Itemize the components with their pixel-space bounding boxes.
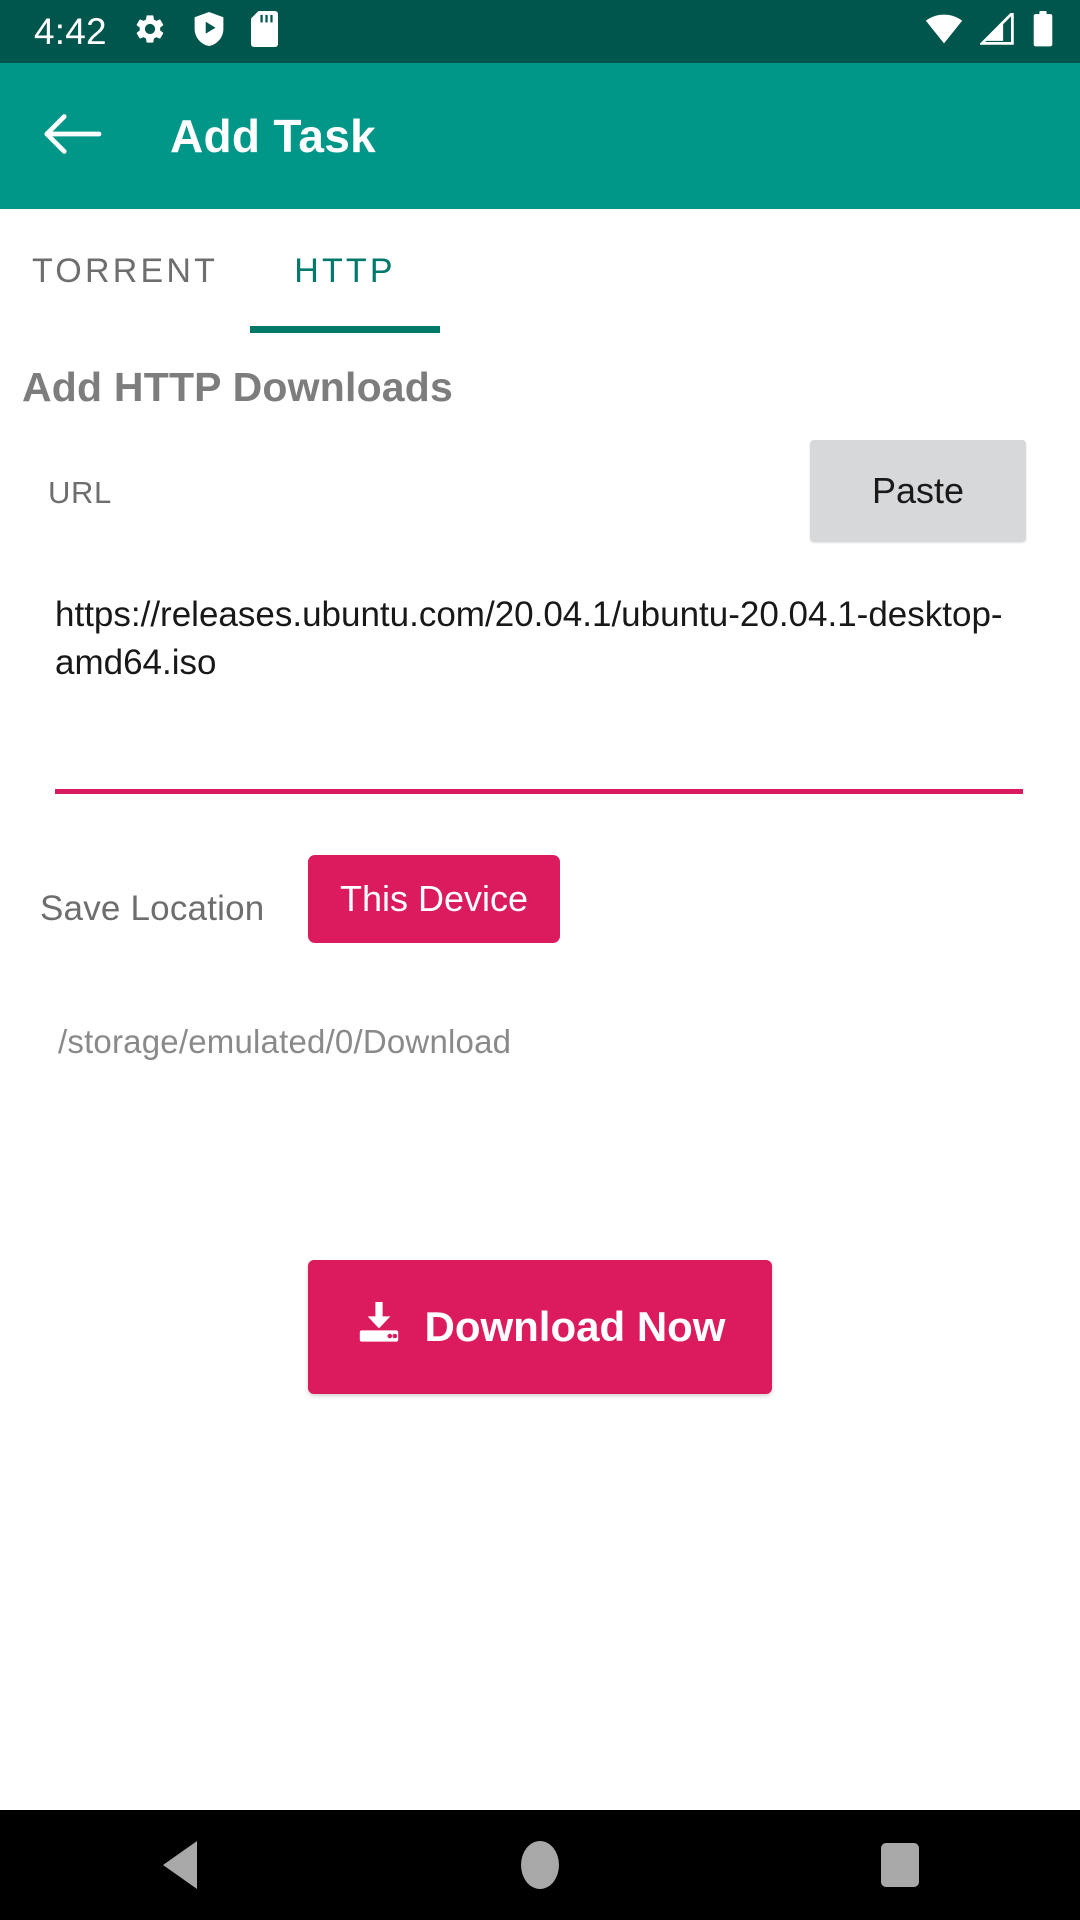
gear-icon [133,12,167,51]
download-tray-icon [355,1298,403,1356]
status-bar: 4:42 [0,0,1080,63]
page-title: Add Task [170,110,377,162]
url-label: URL [48,475,112,510]
nav-back-triangle-icon [163,1841,197,1889]
paste-button[interactable]: Paste [810,440,1026,542]
save-path-text: /storage/emulated/0/Download [58,1023,512,1060]
status-bar-clock: 4:42 [34,11,107,52]
device-screen: 4:42 Add Task TORRENT HTTP Add HTTP Down… [0,0,1080,1920]
http-form-panel: Add HTTP Downloads URL Paste Save Locati… [0,333,1080,1810]
battery-icon [1032,11,1054,52]
status-bar-right-group [924,9,1054,52]
nav-recents-button[interactable] [810,1810,990,1920]
tab-http-label: HTTP [294,251,396,290]
cellular-signal-icon [978,9,1016,50]
download-now-button[interactable]: Download Now [308,1260,772,1394]
app-bar: Add Task [0,63,1080,209]
wifi-icon [924,13,964,50]
download-now-label: Download Now [424,1303,726,1350]
tab-active-indicator [250,326,440,333]
tab-bar: TORRENT HTTP [0,209,1080,333]
nav-recents-square-icon [881,1843,919,1887]
save-location-this-device-button[interactable]: This Device [308,855,560,943]
url-input[interactable] [55,591,1023,791]
status-bar-left-group: 4:42 [34,11,278,52]
nav-home-button[interactable] [450,1810,630,1920]
section-title: Add HTTP Downloads [22,364,454,410]
back-button[interactable] [24,88,120,184]
nav-back-button[interactable] [90,1810,270,1920]
tab-torrent-label: TORRENT [31,251,219,290]
save-location-label: Save Location [40,889,265,928]
arrow-left-icon [41,109,103,164]
tab-torrent[interactable]: TORRENT [0,209,250,333]
android-navigation-bar [0,1810,1080,1920]
nav-home-circle-icon [521,1841,559,1889]
shield-play-icon [193,12,225,51]
sd-card-icon [250,11,278,52]
tab-http[interactable]: HTTP [250,209,440,333]
url-input-underline [55,789,1023,794]
